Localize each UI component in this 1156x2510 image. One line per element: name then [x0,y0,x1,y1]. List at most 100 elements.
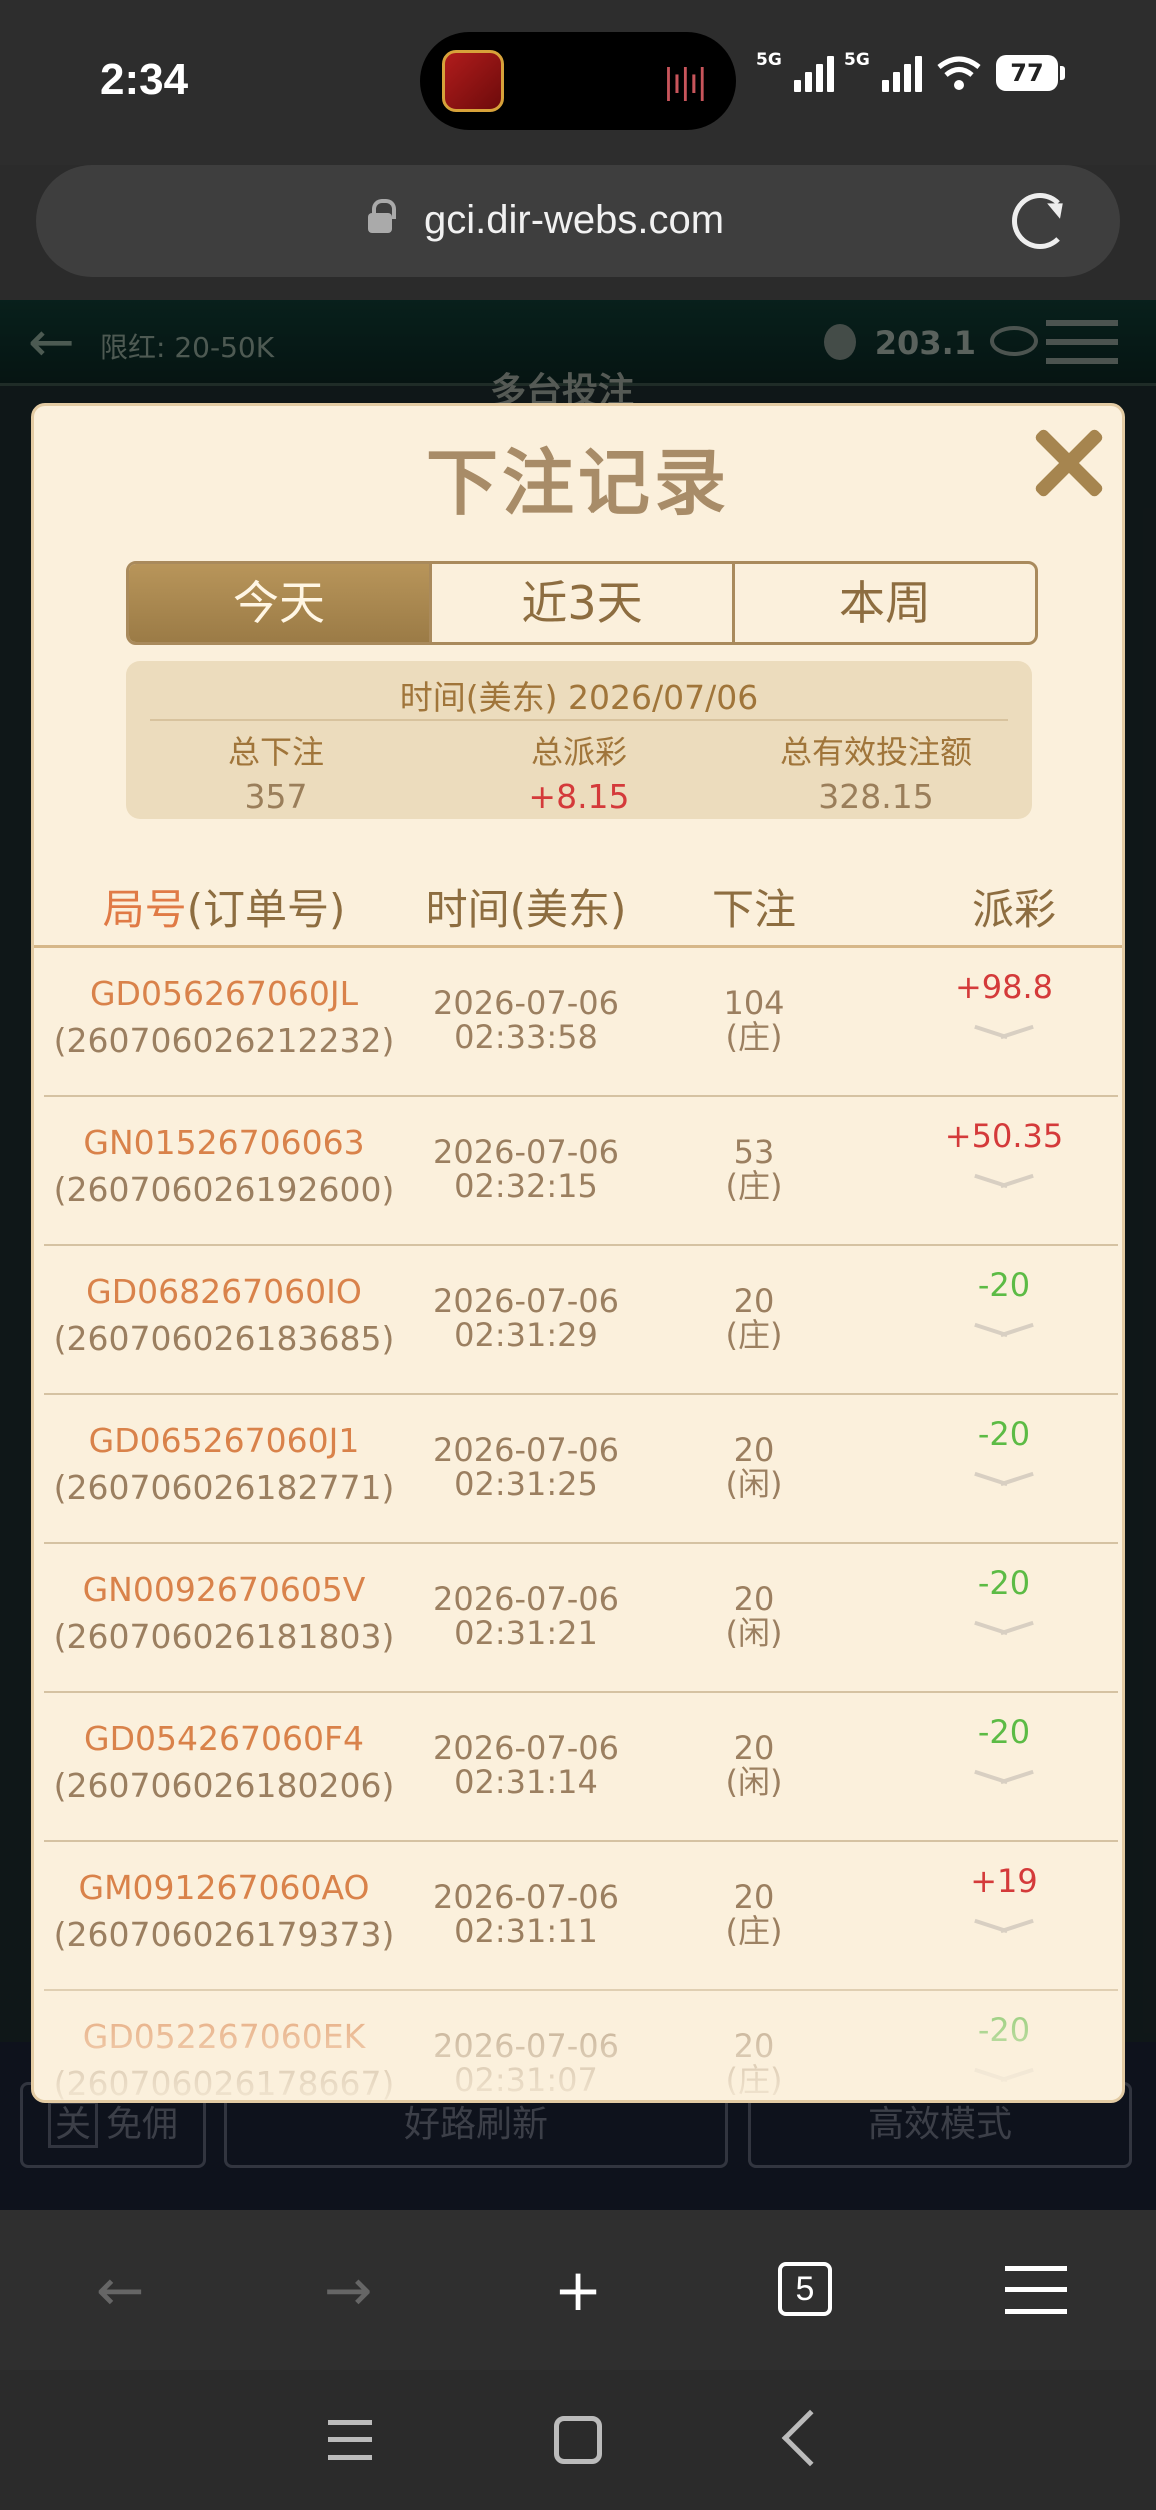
table-row[interactable]: GD068267060IO (260706026183685) 2026-07-06… [44,1246,1118,1395]
url-text[interactable]: gci.dir-webs.com [424,198,724,243]
recent-apps-icon[interactable] [328,2420,372,2460]
round-cell: GD054267060F4 (260706026180206) [44,1719,404,1805]
round-id[interactable]: GD065267060J1 [44,1421,404,1460]
time-cell: 2026-07-06 02:31:29 [406,1284,646,1352]
payout-cell: -20 [924,1564,1084,1644]
round-cell: GD065267060J1 (260706026182771) [44,1421,404,1507]
clock: 2:34 [100,55,189,104]
bet-cell: 20 (闲) [684,1582,824,1650]
bet-amount: 20 [733,1878,775,1916]
scroll-fade [34,1940,1122,2100]
record-list: GD056267060JL (260706026212232) 2026-07-06… [44,948,1118,2100]
address-bar[interactable]: gci.dir-webs.com [36,165,1120,277]
time-cell: 2026-07-06 02:33:58 [406,986,646,1054]
home-icon[interactable] [554,2416,602,2464]
order-id: (260706026192600) [53,1170,395,1209]
dynamic-island[interactable]: |ı|ı| [420,32,736,130]
payout-value: -20 [977,1564,1031,1602]
tab-last-3-days[interactable]: 近3天 [429,564,732,642]
browser-toolbar: ← → + 5 [0,2210,1156,2370]
payout-value: +19 [970,1862,1038,1900]
table-row[interactable]: GD056267060JL (260706026212232) 2026-07-06… [44,948,1118,1097]
payout-cell: -20 [924,1266,1084,1346]
bet-side: (庄) [725,1316,783,1354]
bet-amount: 20 [733,1580,775,1618]
column-payout: 派彩 [971,885,1056,934]
table-row[interactable]: GN01526706063 (260706026192600) 2026-07-06… [44,1097,1118,1246]
chevron-down-icon[interactable] [974,1318,1034,1346]
forward-icon[interactable]: → [308,2250,388,2330]
time-cell: 2026-07-06 02:31:14 [406,1731,646,1799]
record-date: 2026-07-06 [433,1729,619,1767]
round-id[interactable]: GN01526706063 [44,1123,404,1162]
total-payout-value: +8.15 [528,777,630,816]
payout-cell: +50.35 [924,1117,1084,1197]
total-bet-label: 总下注 [227,733,324,771]
bet-side: (庄) [725,1167,783,1205]
summary-panel: 时间(美东) 2026/07/06 总下注 357 总派彩 +8.15 总有效投… [126,661,1032,819]
chevron-down-icon[interactable] [974,1169,1034,1197]
table-row[interactable]: GD065267060J1 (260706026182771) 2026-07-06… [44,1395,1118,1544]
payout-cell: +19 [924,1862,1084,1942]
bet-side: (庄) [725,1018,783,1056]
order-id: (260706026182771) [53,1468,395,1507]
nav-back-icon[interactable] [781,2409,839,2467]
divider [150,719,1008,721]
bet-amount: 104 [723,984,785,1022]
round-cell: GD068267060IO (260706026183685) [44,1272,404,1358]
order-id: (260706026212232) [53,1021,395,1060]
table-row[interactable]: GN0092670605V (260706026181803) 2026-07-06… [44,1544,1118,1693]
table-row[interactable]: GD054267060F4 (260706026180206) 2026-07-06… [44,1693,1118,1842]
summary-date: 时间(美东) 2026/07/06 [399,678,759,717]
record-time: 02:31:14 [454,1763,598,1801]
chevron-down-icon[interactable] [974,1467,1034,1495]
payout-cell: -20 [924,1713,1084,1793]
chevron-down-icon[interactable] [974,1765,1034,1793]
record-date: 2026-07-06 [433,984,619,1022]
record-time: 02:31:29 [454,1316,598,1354]
bet-cell: 20 (闲) [684,1731,824,1799]
back-icon[interactable]: ← [80,2250,160,2330]
bet-cell: 104 (庄) [684,986,824,1054]
column-time: 时间(美东) [425,885,627,934]
record-time: 02:31:25 [454,1465,598,1503]
battery-icon: 77 [996,55,1065,91]
audio-wave-icon: |ı|ı| [662,62,708,102]
total-bet-value: 357 [244,777,308,816]
tab-this-week[interactable]: 本周 [732,564,1035,642]
payout-cell: +98.8 [924,968,1084,1048]
modal-title: 下注记录 [425,441,730,525]
round-id[interactable]: GN0092670605V [44,1570,404,1609]
record-date: 2026-07-06 [433,1431,619,1469]
tabs-count-button[interactable]: 5 [778,2262,832,2316]
date-range-tabs: 今天 近3天 本周 [126,561,1038,645]
record-time: 02:32:15 [454,1167,598,1205]
round-cell: GD056267060JL (260706026212232) [44,974,404,1060]
bet-cell: 20 (闲) [684,1433,824,1501]
record-date: 2026-07-06 [433,1580,619,1618]
wifi-icon [936,55,982,91]
chevron-down-icon[interactable] [974,1020,1034,1048]
bet-amount: 20 [733,1431,775,1469]
chevron-down-icon[interactable] [974,1616,1034,1644]
total-payout: 总派彩 +8.15 [429,727,729,816]
round-id[interactable]: GD054267060F4 [44,1719,404,1758]
round-id[interactable]: GD056267060JL [44,974,404,1013]
chevron-down-icon[interactable] [974,1914,1034,1942]
round-id[interactable]: GD068267060IO [44,1272,404,1311]
bet-side: (闲) [725,1763,783,1801]
round-id[interactable]: GM091267060AO [44,1868,404,1907]
total-valid-bet-value: 328.15 [818,777,934,816]
lock-icon [368,199,396,235]
reload-icon[interactable] [1012,193,1068,249]
browser-menu-icon[interactable] [1005,2266,1067,2314]
order-id: (260706026183685) [53,1319,395,1358]
column-bet: 下注 [711,885,796,934]
close-icon[interactable] [1030,424,1108,502]
total-valid-bet: 总有效投注额 328.15 [726,727,1026,816]
time-cell: 2026-07-06 02:31:25 [406,1433,646,1501]
record-time: 02:33:58 [454,1018,598,1056]
new-tab-icon[interactable]: + [538,2250,618,2330]
tab-today[interactable]: 今天 [129,564,429,642]
column-order-label: (订单号) [186,885,346,934]
